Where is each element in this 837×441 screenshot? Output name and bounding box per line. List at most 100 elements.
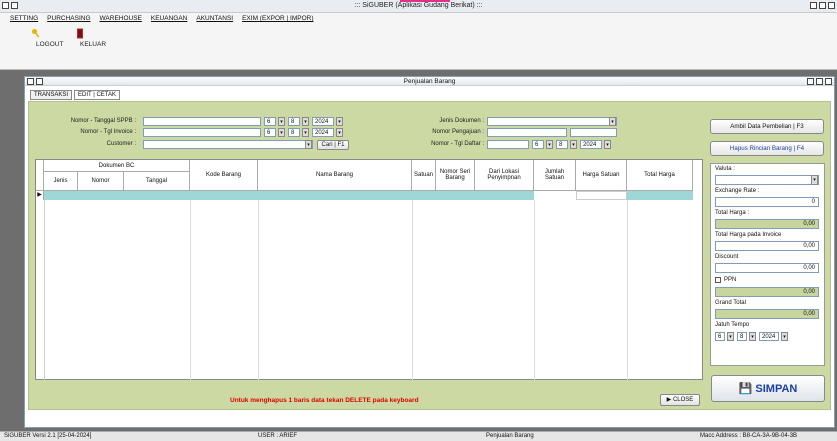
ppn-label: PPN [724,277,737,283]
invoice-month[interactable]: 8 [288,128,300,137]
cari-button[interactable]: Cari | F1 [317,140,349,150]
daftar-day[interactable]: 6 [532,140,544,149]
exchange-rate-label: Exchange Rate : [715,188,760,194]
jatuh-tempo-month-spin[interactable]: ▾ [749,332,756,341]
items-grid[interactable]: Dokumen BC Jenis Nomor Tanggal Kode Bara… [35,159,703,380]
jatuh-tempo-day-spin[interactable]: ▾ [727,332,734,341]
daftar-year-spin[interactable]: ▾ [604,140,611,149]
sppb-day-spin[interactable]: ▾ [278,117,285,126]
current-row-marker: ▶ [36,191,44,200]
col-jumlah-satuan[interactable]: Jumlah Satuan [534,160,576,191]
menu-warehouse[interactable]: WAREHOUSE [100,15,142,22]
col-tanggal[interactable]: Tanggal [124,172,190,191]
grid-divider [258,200,259,380]
col-kode-barang[interactable]: Kode Barang [190,160,258,191]
app-window-controls[interactable] [810,2,835,9]
jatuh-tempo-month[interactable]: 8 [737,332,747,341]
nomor-pengajuan-extra-input[interactable] [570,128,617,137]
nomor-daftar-input[interactable] [487,140,529,149]
jenis-dokumen-dropdown-icon[interactable]: ▾ [609,117,616,126]
col-nama-barang[interactable]: Nama Barang [258,160,412,191]
exchange-rate-input[interactable]: 0 [715,197,819,207]
tab-transaksi[interactable]: TRANSAKSI [30,90,73,100]
keluar-label: KELUAR [80,41,107,48]
status-version: SiGUBER Versi 2.1 [25-04-2024] [4,433,92,439]
jatuh-tempo-year[interactable]: 2024 [759,332,779,341]
col-jenis[interactable]: Jenis [44,172,78,191]
sppb-year-spin[interactable]: ▾ [336,117,343,126]
window-controls[interactable] [807,78,832,85]
simpan-label: SIMPAN [755,383,798,395]
menu-exim[interactable]: EXIM (EXPOR | IMPOR) [242,15,313,22]
ambil-data-pembelian-button[interactable]: Ambil Data Pembelian | F3 [710,119,824,134]
invoice-label: Nomor - Tgl Invoice : [80,129,136,135]
delete-hint-message: Untuk menghapus 1 baris data tekan DELET… [230,397,419,404]
daftar-month-spin[interactable]: ▾ [570,140,577,149]
simpan-button[interactable]: 💾 SIMPAN [711,375,825,402]
sppb-year[interactable]: 2024 [312,117,334,126]
sppb-label: Nomor - Tanggal SPPB : [70,118,136,124]
ppn-row: PPN [715,277,736,283]
daftar-year[interactable]: 2024 [580,140,602,149]
total-invoice-input[interactable]: 0,00 [715,241,819,251]
hapus-rincian-button[interactable]: Hapus Rincian Barang | F4 [710,141,824,156]
col-dokumen-bc[interactable]: Dokumen BC [44,160,190,172]
selected-row-total-cell[interactable] [627,191,693,200]
customer-select[interactable] [143,140,313,149]
keluar-button[interactable]: KELUAR [60,28,106,48]
menu-keuangan[interactable]: KEUANGAN [151,15,187,22]
invoice-day[interactable]: 6 [264,128,276,137]
close-button[interactable]: ▶ CLOSE [660,394,700,406]
status-user: USER : ARIEF [258,433,298,439]
total-harga-label: Total Harga : [715,210,750,216]
nomor-pengajuan-input[interactable] [487,128,567,137]
selected-row[interactable] [44,191,534,200]
col-dari-lokasi[interactable]: Dari Lokasi Penyimpnan [475,160,534,191]
menu-bar: SETTING PURCHASING WAREHOUSE KEUANGAN AK… [0,13,837,24]
grand-total-value: 0,00 [715,309,819,319]
jatuh-tempo-day[interactable]: 6 [715,332,725,341]
invoice-year[interactable]: 2024 [312,128,334,137]
jatuh-tempo-year-spin[interactable]: ▾ [781,332,788,341]
col-total-harga[interactable]: Total Harga [627,160,693,191]
daftar-month[interactable]: 8 [556,140,568,149]
menu-purchasing[interactable]: PURCHASING [47,15,90,22]
daftar-day-spin[interactable]: ▾ [546,140,553,149]
exit-door-icon [77,28,83,39]
sppb-month-spin[interactable]: ▾ [302,117,309,126]
grid-divider [534,200,535,380]
menu-akuntansi[interactable]: AKUNTANSI [196,15,233,22]
col-harga-satuan[interactable]: Harga Satuan [576,160,627,191]
col-satuan[interactable]: Satuan [412,160,436,191]
ppn-checkbox[interactable] [715,277,721,283]
invoice-month-spin[interactable]: ▾ [302,128,309,137]
grand-total-label: Grand Total [715,300,746,306]
grid-divider [627,200,628,380]
tab-edit-cetak[interactable]: EDIT | CETAK [74,90,121,100]
grid-divider [190,200,191,380]
tab-strip: TRANSAKSI EDIT | CETAK [30,90,121,100]
col-nomor-seri[interactable]: Nomor Seri Barang [436,160,475,191]
customer-label: Customer : [106,141,136,147]
discount-input[interactable]: 0,00 [715,263,819,273]
valuta-dropdown-icon[interactable]: ▾ [811,175,818,185]
selected-row-harga-cell[interactable] [576,191,627,200]
logout-label: LOGOUT [36,41,64,48]
window-title: Penjualan Barang [403,78,456,85]
logout-button[interactable]: LOGOUT [16,28,63,48]
valuta-select[interactable] [715,175,819,185]
total-invoice-label: Total Harga pada Invoice [715,232,782,238]
invoice-year-spin[interactable]: ▾ [336,128,343,137]
total-harga-value: 0,00 [715,219,819,229]
jenis-dokumen-select[interactable] [487,117,617,126]
customer-dropdown-icon[interactable]: ▾ [305,140,312,149]
totals-panel: Valuta : ▾ Exchange Rate : 0 Total Harga… [710,163,825,366]
sppb-day[interactable]: 6 [264,117,276,126]
sppb-number-input[interactable] [143,117,261,126]
menu-setting[interactable]: SETTING [10,15,38,22]
sppb-month[interactable]: 8 [288,117,300,126]
invoice-day-spin[interactable]: ▾ [278,128,285,137]
toolbar: LOGOUT KELUAR [0,24,837,70]
col-nomor[interactable]: Nomor [78,172,124,191]
invoice-number-input[interactable] [143,128,261,137]
